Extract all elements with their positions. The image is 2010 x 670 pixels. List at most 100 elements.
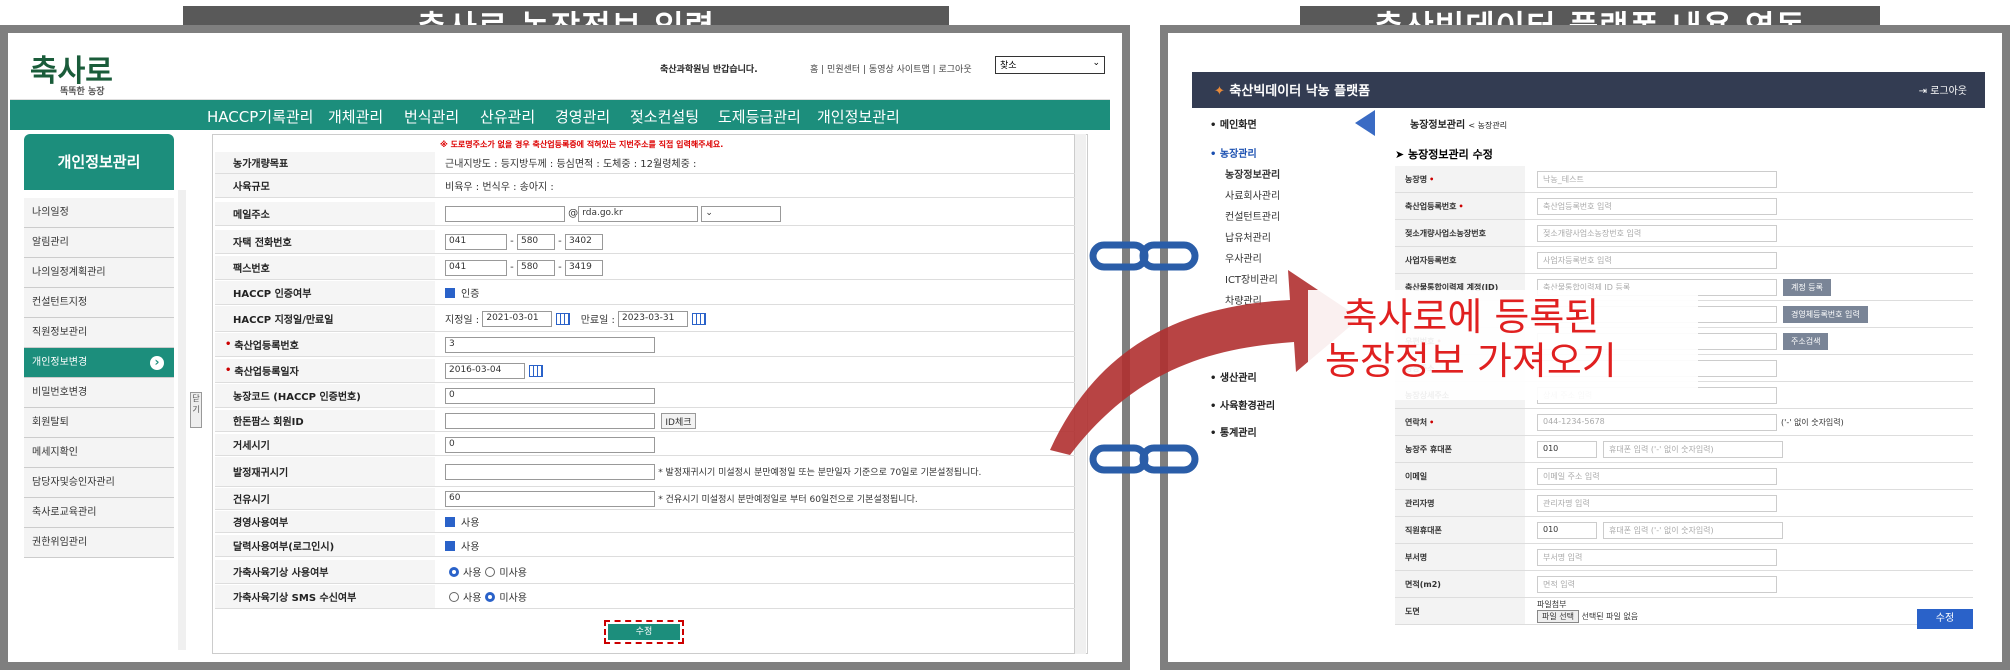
text-input[interactable]	[445, 463, 655, 480]
phone-mid-input[interactable]: 580	[516, 259, 555, 276]
sidebar-item[interactable]: 담당자및승인자관리	[24, 468, 174, 498]
save-button-frame[interactable]: 수정	[604, 620, 684, 644]
gnb-management[interactable]: 경영관리	[555, 106, 610, 127]
radio-off[interactable]	[449, 591, 459, 602]
gnb-milk[interactable]: 산유관리	[480, 106, 535, 127]
sidebar-item[interactable]: 축사로교육관리	[24, 498, 174, 528]
text-input[interactable]: 면적 입력	[1537, 575, 1777, 593]
sidebar-collapse-button[interactable]: 닫기	[190, 392, 202, 428]
gnb-breeding[interactable]: 번식관리	[404, 106, 459, 127]
right-save-button[interactable]: 수정	[1917, 609, 1973, 629]
top-select[interactable]: 찾소 ⌄	[995, 56, 1105, 74]
text-input[interactable]: 이메일 주소 입력	[1537, 467, 1777, 485]
text-input[interactable]: 0	[445, 387, 655, 404]
end-date-input[interactable]: 2023-03-31	[618, 310, 689, 327]
text-input[interactable]: 044-1234-5678	[1537, 413, 1777, 431]
checkbox[interactable]	[445, 540, 455, 551]
sidebar-item[interactable]: 나의일정계획관리	[24, 258, 174, 288]
calendar-icon[interactable]	[556, 312, 571, 325]
breadcrumb: 농장정보관리 < 농장관리	[1410, 120, 1508, 131]
phone-prefix-select[interactable]: 010	[1537, 521, 1597, 539]
logout-icon: ⇥	[1918, 86, 1931, 97]
text-input[interactable]: 축산업등록번호 입력	[1537, 197, 1777, 215]
sidebar-item[interactable]: 메세지확인	[24, 438, 174, 468]
row-value-area: 2016-03-04	[445, 359, 1075, 382]
phone-prefix-select[interactable]: 010	[1537, 440, 1597, 458]
file-select-button[interactable]: 파일 선택	[1537, 610, 1579, 623]
gnb-animal[interactable]: 개체관리	[328, 106, 383, 127]
nav-sub-item[interactable]: 컨설턴트관리	[1225, 208, 1280, 223]
nav-farm[interactable]: • 농장관리	[1210, 145, 1257, 160]
id-check-button[interactable]: ID체크	[661, 412, 696, 429]
sidebar-item[interactable]: 회원탈퇴	[24, 408, 174, 438]
row-action-button[interactable]: 주소검색	[1783, 332, 1829, 350]
text-input[interactable]: 3	[445, 336, 655, 353]
radio-off[interactable]	[485, 566, 496, 577]
start-date-label: 지정일 :	[445, 315, 480, 326]
sidebar-item[interactable]: 권한위임관리	[24, 528, 174, 558]
phone-last-input[interactable]: 3419	[564, 259, 603, 276]
text-input[interactable]: 60	[445, 490, 655, 507]
checkbox[interactable]	[445, 287, 455, 298]
email-domain-input[interactable]: rda.go.kr	[578, 205, 699, 222]
save-button[interactable]: 수정	[608, 624, 680, 640]
gnb-consulting[interactable]: 젖소컨설팅	[630, 106, 699, 127]
text-input[interactable]: 휴대폰 입력 ('-' 없이 숫자입력)	[1603, 521, 1783, 539]
start-date-input[interactable]: 2021-03-01	[482, 310, 553, 327]
text-input[interactable]: 사업자등록번호 입력	[1537, 251, 1777, 269]
top-links[interactable]: 홈 | 민원센터 | 동영상 사이트맵 | 로그아웃	[810, 62, 972, 75]
chuksaro-logo[interactable]: 축사로 똑똑한 농장	[30, 46, 113, 97]
calendar-icon[interactable]	[529, 364, 543, 377]
text-input[interactable]: 낙농_테스트	[1537, 170, 1777, 188]
sidebar-item-active[interactable]: 개인정보변경	[24, 348, 174, 378]
row-label: 이메일	[1395, 463, 1525, 489]
sidebar-toggle-icon[interactable]	[1355, 110, 1375, 136]
sidebar-item[interactable]: 컨설턴트지정	[24, 288, 174, 318]
email-local-input[interactable]	[445, 205, 565, 222]
row-label: 자택 전화번호	[215, 230, 435, 253]
field-note: ('-' 없이 숫자입력)	[1781, 417, 1844, 427]
field-note: * 건유시기 미설정시 분만예정일로 부터 60일전으로 기본설정됩니다.	[658, 495, 918, 505]
radio-on[interactable]	[449, 566, 459, 577]
row-action-button[interactable]: 경영체등록번호 입력	[1783, 305, 1868, 323]
row-value-area: 파일첨부 파일 선택 선택된 파일 없음	[1537, 598, 1973, 624]
text-input[interactable]: 부서명 입력	[1537, 548, 1777, 566]
text-input[interactable]: 0	[445, 436, 655, 453]
text-input[interactable]: 2016-03-04	[445, 362, 525, 379]
checkbox[interactable]	[445, 516, 455, 527]
email-domain-select[interactable]: ⌄	[701, 205, 782, 222]
row-label: 농장주 휴대폰	[1395, 436, 1525, 462]
logout-link[interactable]: ⇥ 로그아웃	[1919, 82, 1967, 97]
phone-area-select[interactable]: 041	[445, 233, 507, 250]
checkbox-label: 사용	[461, 542, 480, 553]
row-value-area: 0	[445, 434, 1075, 455]
form-row: 사육규모 비육우 : 번식우 : 송아지 :	[215, 174, 1075, 198]
gnb-haccp[interactable]: HACCP기록관리	[207, 106, 313, 127]
text-input[interactable]: 관리자명 입력	[1537, 494, 1777, 512]
nav-sub-item[interactable]: 농장정보관리	[1225, 166, 1280, 181]
gnb-personal[interactable]: 개인정보관리	[817, 106, 900, 127]
gnb-grade[interactable]: 도제등급관리	[718, 106, 801, 127]
calendar-icon[interactable]	[692, 312, 707, 325]
phone-area-select[interactable]: 041	[445, 259, 507, 276]
gnb-menu: HACCP기록관리 개체관리 번식관리 산유관리 경영관리 젖소컨설팅 도제등급…	[10, 100, 1110, 130]
radio-on[interactable]	[485, 591, 496, 602]
nav-sub-item[interactable]: 사료회사관리	[1225, 187, 1280, 202]
sidebar-item[interactable]: 알림관리	[24, 228, 174, 258]
sidebar-item[interactable]: 비밀번호변경	[24, 378, 174, 408]
sidebar-item[interactable]: 나의일정	[24, 198, 174, 228]
phone-last-input[interactable]: 3402	[564, 233, 603, 250]
sidebar-scrollbar[interactable]	[178, 190, 186, 650]
row-value[interactable]: 근내지방도 : 등지방두께 : 등심면적 : 도체중 : 12월령체중 :	[445, 155, 696, 170]
text-input[interactable]: 젖소개량사업소농장번호 입력	[1537, 224, 1777, 242]
sidebar-item[interactable]: 직원정보관리	[24, 318, 174, 348]
phone-mid-input[interactable]: 580	[516, 233, 555, 250]
text-input[interactable]	[445, 412, 655, 429]
row-value[interactable]: 비육우 : 번식우 : 송아지 :	[445, 178, 554, 193]
text-input[interactable]: 휴대폰 입력 ('-' 없이 숫자입력)	[1603, 440, 1783, 458]
row-label: 면적(m2)	[1395, 571, 1525, 597]
row-action-button[interactable]: 계정 등록	[1783, 278, 1831, 296]
row-value-area: 비육우 : 번식우 : 송아지 :	[445, 174, 1075, 197]
nav-sub-item[interactable]: 납유처관리	[1225, 229, 1271, 244]
nav-main[interactable]: • 메인화면	[1210, 116, 1257, 131]
